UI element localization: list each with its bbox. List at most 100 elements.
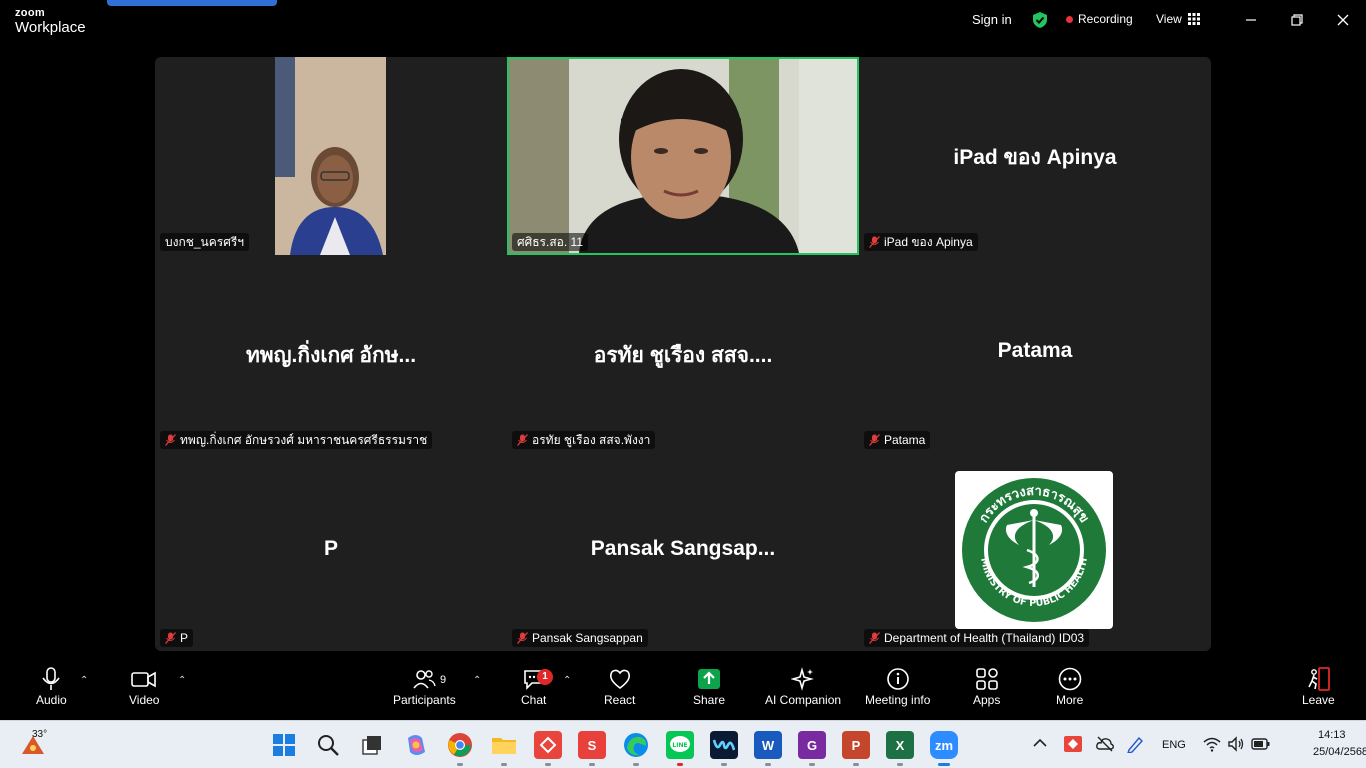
participant-tile[interactable]: P P bbox=[155, 453, 507, 651]
input-language[interactable]: ENG bbox=[1162, 739, 1186, 751]
participants-icon bbox=[413, 670, 437, 689]
participant-display-name: P bbox=[323, 537, 338, 560]
participant-display-name: Patama bbox=[997, 339, 1073, 362]
task-view-icon[interactable] bbox=[358, 731, 386, 759]
participant-tile-active-speaker[interactable]: ศศิธร.สอ. 11 bbox=[507, 57, 859, 255]
participant-name: ทพญ.กิ่งเกศ อักษรวงศ์ มหาราชนครศรีธรรมรา… bbox=[180, 433, 428, 447]
video-label: Video bbox=[129, 693, 160, 707]
person-video-figure bbox=[509, 59, 857, 253]
pen-input-icon[interactable] bbox=[1126, 735, 1146, 753]
wifi-icon[interactable] bbox=[1203, 736, 1221, 752]
anydesk-icon[interactable] bbox=[534, 731, 562, 759]
apps-button[interactable]: Apps bbox=[973, 667, 1000, 707]
microphone-icon bbox=[42, 667, 60, 690]
clock-time[interactable]: 14:13 bbox=[1318, 729, 1346, 741]
running-indicator bbox=[457, 763, 463, 766]
battery-icon[interactable] bbox=[1251, 737, 1271, 751]
audio-button[interactable]: Audio bbox=[36, 667, 67, 707]
heart-icon bbox=[609, 669, 630, 690]
participant-name: iPad ของ Apinya bbox=[884, 235, 973, 249]
wps-icon[interactable]: S bbox=[578, 731, 606, 759]
running-indicator bbox=[809, 763, 815, 766]
share-screen-icon bbox=[698, 669, 721, 689]
participant-video bbox=[275, 57, 386, 255]
title-bar: zoom Workplace Sign in Recording View bbox=[0, 0, 1366, 44]
participant-name: Pansak Sangsappan bbox=[532, 631, 643, 645]
participant-tile[interactable]: Pansak Sangsap... Pansak Sangsappan bbox=[507, 453, 859, 651]
webex-icon[interactable] bbox=[710, 731, 738, 759]
react-button[interactable]: React bbox=[604, 667, 635, 707]
zoom-icon[interactable]: zm bbox=[930, 731, 958, 759]
start-icon[interactable] bbox=[270, 731, 298, 759]
excel-icon[interactable]: X bbox=[886, 731, 914, 759]
participant-name: Patama bbox=[884, 433, 926, 447]
participant-tile[interactable]: บงกช_นครศรีฯ bbox=[155, 57, 507, 255]
audio-options-chevron-icon[interactable]: ⌃ bbox=[80, 675, 88, 686]
running-indicator bbox=[633, 763, 639, 766]
recording-indicator[interactable]: Recording bbox=[1066, 12, 1133, 26]
participants-options-chevron-icon[interactable]: ⌃ bbox=[473, 675, 481, 686]
more-dots-icon bbox=[1058, 667, 1081, 691]
search-icon[interactable] bbox=[314, 731, 342, 759]
mic-muted-icon bbox=[869, 434, 880, 446]
pdf-icon[interactable]: G bbox=[798, 731, 826, 759]
chrome-icon[interactable] bbox=[446, 731, 474, 759]
participants-button[interactable]: Participants bbox=[393, 667, 456, 707]
video-options-chevron-icon[interactable]: ⌃ bbox=[178, 675, 186, 686]
running-indicator bbox=[721, 763, 727, 766]
participants-label: Participants bbox=[393, 693, 456, 707]
person-video-figure bbox=[275, 57, 386, 255]
share-label: Share bbox=[693, 693, 726, 707]
participant-name-label: ทพญ.กิ่งเกศ อักษรวงศ์ มหาราชนครศรีธรรมรา… bbox=[160, 431, 433, 449]
running-indicator bbox=[501, 763, 507, 766]
brand-zoom: zoom bbox=[15, 7, 45, 19]
chat-options-chevron-icon[interactable]: ⌃ bbox=[563, 675, 571, 686]
participant-tile[interactable]: ทพญ.กิ่งเกศ อักษ... ทพญ.กิ่งเกศ อักษรวงศ… bbox=[155, 255, 507, 453]
minimize-icon bbox=[1246, 19, 1256, 21]
restore-icon bbox=[1291, 14, 1303, 26]
restore-button[interactable] bbox=[1287, 10, 1307, 30]
show-hidden-icons-chevron-icon[interactable] bbox=[1033, 738, 1047, 748]
more-button[interactable]: More bbox=[1056, 667, 1083, 707]
participant-name-label: Patama bbox=[864, 431, 931, 449]
anydesk-tray-icon[interactable] bbox=[1064, 736, 1082, 752]
view-button[interactable]: View bbox=[1156, 12, 1200, 26]
minimize-button[interactable] bbox=[1241, 10, 1261, 30]
recording-dot-icon bbox=[1066, 15, 1073, 23]
close-button[interactable] bbox=[1333, 10, 1353, 30]
cloud-offline-icon[interactable] bbox=[1096, 736, 1114, 752]
ai-companion-label: AI Companion bbox=[765, 693, 842, 707]
app-brand: zoom Workplace bbox=[15, 7, 86, 36]
participant-tile[interactable]: อรทัย ชูเรือง สสจ.... อรทัย ชูเรือง สสจ.… bbox=[507, 255, 859, 453]
apps-label: Apps bbox=[973, 693, 1001, 707]
participant-tile[interactable]: Patama Patama bbox=[859, 255, 1211, 453]
participant-tile[interactable]: กระทรวงสาธารณสุข MINISTRY OF PUBLIC HEAL… bbox=[859, 453, 1211, 651]
meeting-info-button[interactable]: Meeting info bbox=[865, 667, 930, 707]
weather-widget[interactable]: 33° bbox=[20, 729, 50, 758]
clock-date[interactable]: 25/04/2568 bbox=[1313, 746, 1366, 758]
leave-label: Leave bbox=[1302, 693, 1335, 707]
windows-taskbar: 33° S LINE W G P X zm ENG 14:13 25/04/25… bbox=[0, 720, 1366, 768]
recording-label: Recording bbox=[1078, 12, 1133, 26]
line-icon[interactable]: LINE bbox=[666, 731, 694, 759]
running-indicator bbox=[589, 763, 595, 766]
mic-muted-icon bbox=[517, 434, 528, 446]
encryption-shield-icon[interactable] bbox=[1031, 11, 1049, 29]
running-indicator bbox=[545, 763, 551, 766]
leave-button[interactable]: Leave bbox=[1302, 667, 1335, 707]
participant-tile[interactable]: iPad ของ Apinya iPad ของ Apinya bbox=[859, 57, 1211, 255]
volume-icon[interactable] bbox=[1227, 736, 1245, 752]
copilot-icon[interactable] bbox=[402, 731, 430, 759]
meeting-controls-bar: Audio ⌃ Video ⌃ Participants 9 ⌃ Chat 1 … bbox=[0, 661, 1366, 720]
sign-in-link[interactable]: Sign in bbox=[972, 12, 1012, 27]
video-button[interactable]: Video bbox=[129, 667, 159, 707]
edge-icon[interactable] bbox=[622, 731, 650, 759]
ai-companion-button[interactable]: AI Companion bbox=[765, 667, 841, 707]
share-button[interactable]: Share bbox=[693, 667, 725, 707]
participant-name-label: iPad ของ Apinya bbox=[864, 233, 978, 251]
file-explorer-icon[interactable] bbox=[490, 731, 518, 759]
top-accent-strip bbox=[107, 0, 277, 6]
running-indicator bbox=[677, 763, 683, 766]
powerpoint-icon[interactable]: P bbox=[842, 731, 870, 759]
word-icon[interactable]: W bbox=[754, 731, 782, 759]
